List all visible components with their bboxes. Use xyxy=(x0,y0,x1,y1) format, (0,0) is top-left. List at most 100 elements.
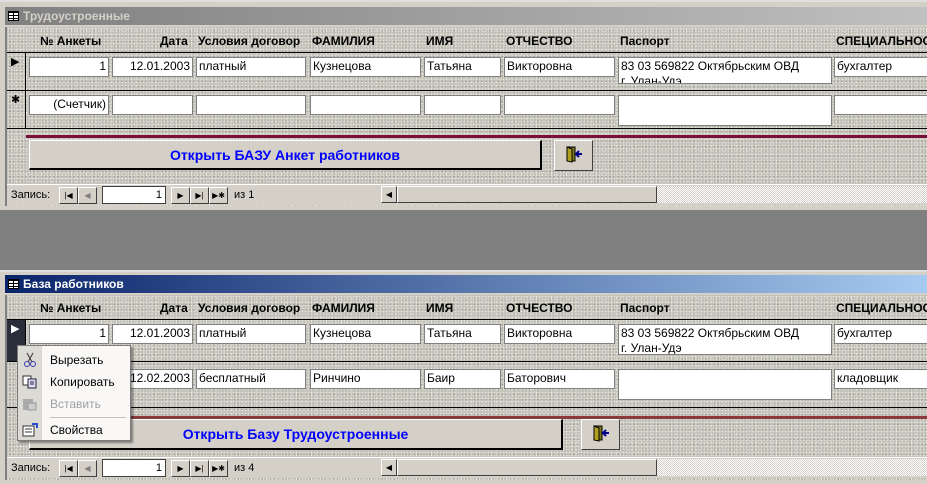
column-header: ОТЧЕСТВО xyxy=(506,301,573,315)
previous-record-button[interactable]: ◀ xyxy=(78,186,97,204)
form-icon xyxy=(8,279,19,289)
horizontal-scrollbar[interactable]: ◀ xyxy=(381,459,927,476)
field-фамилия[interactable] xyxy=(310,95,421,115)
scissors-icon xyxy=(18,352,42,368)
field-условиядоговор[interactable]: бесплатный xyxy=(196,369,306,389)
field-условиядоговор[interactable]: платный xyxy=(196,324,306,344)
record-selector[interactable]: ✱ xyxy=(7,91,26,128)
window-trudoustroennye: Трудоустроенные № Анкеты Дата Условия дого… xyxy=(0,0,927,210)
previous-record-button[interactable]: ◀ xyxy=(78,459,97,477)
field-специальнос[interactable]: бухгалтер xyxy=(834,324,927,344)
column-header: Дата xyxy=(160,301,188,315)
menu-item-paste[interactable]: Вставить xyxy=(18,393,130,415)
field-анкеты[interactable]: 1 xyxy=(29,57,109,77)
window-title: База работников xyxy=(23,277,124,291)
field-имя[interactable]: Татьяна xyxy=(424,57,501,77)
exit-button[interactable] xyxy=(581,419,620,450)
next-record-button[interactable]: ▶ xyxy=(171,186,190,204)
field-условиядоговор[interactable] xyxy=(196,95,306,115)
window-title: Трудоустроенные xyxy=(23,9,130,23)
field-паспорт[interactable] xyxy=(618,369,832,400)
menu-item-copy[interactable]: Копировать xyxy=(18,371,130,393)
field-анкеты[interactable]: (Счетчик) xyxy=(29,95,109,115)
field-фамилия[interactable]: Кузнецова xyxy=(310,324,421,344)
column-header: Условия договор xyxy=(198,301,301,315)
field-специальнос[interactable]: бухгалтер xyxy=(834,57,927,77)
first-record-button[interactable]: |◀ xyxy=(59,186,78,204)
last-record-button[interactable]: ▶| xyxy=(190,459,209,477)
menu-item-cut[interactable]: Вырезать xyxy=(18,349,130,371)
field-паспорт[interactable] xyxy=(618,95,832,126)
column-header: ИМЯ xyxy=(426,301,454,315)
record-label: Запись: xyxy=(11,462,51,474)
menu-separator xyxy=(50,417,126,418)
field-фамилия[interactable]: Ринчино xyxy=(310,369,421,389)
column-header: Условия договор xyxy=(198,34,301,48)
column-header: ФАМИЛИЯ xyxy=(312,301,375,315)
field-условиядоговор[interactable]: платный xyxy=(196,57,306,77)
exit-door-icon xyxy=(564,145,584,166)
next-record-button[interactable]: ▶ xyxy=(171,459,190,477)
record-number-input[interactable]: 1 xyxy=(102,186,166,204)
context-menu: Вырезать Копировать Вставить Свойства xyxy=(17,345,131,441)
new-record-button[interactable]: ▶✱ xyxy=(209,186,228,204)
title-bar[interactable]: База работников xyxy=(5,275,927,293)
total-records: 1 xyxy=(248,189,255,201)
record-label: Запись: xyxy=(11,189,51,201)
first-record-button[interactable]: |◀ xyxy=(59,459,78,477)
field-отчество[interactable] xyxy=(504,95,615,115)
separator-line xyxy=(26,135,927,138)
title-bar[interactable]: Трудоустроенные xyxy=(5,7,927,25)
of-label: из xyxy=(234,462,246,474)
column-header: Паспорт xyxy=(620,301,670,315)
record-count: из 1 xyxy=(234,189,254,201)
row-divider xyxy=(7,361,927,362)
scrollbar-thumb[interactable] xyxy=(397,186,657,203)
open-form-button[interactable]: Открыть БАЗУ Анкет работников xyxy=(29,140,542,170)
field-специальнос[interactable]: кладовщик xyxy=(834,369,927,389)
field-дата[interactable] xyxy=(112,95,193,115)
record-selector[interactable]: ▶ xyxy=(7,53,26,90)
column-header: СПЕЦИАЛЬНОС xyxy=(836,301,927,315)
field-дата[interactable]: 12.01.2003 xyxy=(112,57,193,77)
column-header: Паспорт xyxy=(620,34,670,48)
row-divider xyxy=(7,407,927,408)
field-дата[interactable]: 12.01.2003 xyxy=(112,324,193,344)
copy-icon xyxy=(18,375,42,389)
field-отчество[interactable]: Баторович xyxy=(504,369,615,389)
record-navigation-bar: Запись: |◀ ◀ 1 ▶ ▶| ▶✱ из 1 ◀ xyxy=(7,184,927,205)
total-records: 4 xyxy=(248,462,255,474)
column-header: № Анкеты xyxy=(40,34,102,48)
field-специальнос[interactable] xyxy=(834,95,927,115)
scroll-left-arrow-icon[interactable]: ◀ xyxy=(381,459,397,476)
last-record-button[interactable]: ▶| xyxy=(190,186,209,204)
current-record-icon: ▶ xyxy=(11,323,20,335)
record-count: из 4 xyxy=(234,462,254,474)
field-паспорт[interactable]: 83 03 569822 Октябрьским ОВД г. Улан-Удэ xyxy=(618,324,832,355)
record-number-input[interactable]: 1 xyxy=(102,459,166,477)
row-divider xyxy=(7,319,927,320)
field-имя[interactable]: Татьяна xyxy=(424,324,501,344)
row-divider xyxy=(7,90,927,91)
new-record-button[interactable]: ▶✱ xyxy=(209,459,228,477)
form-body: № Анкеты Дата Условия договор ФАМИЛИЯ ИМЯ ОТЧ… xyxy=(5,295,927,480)
menu-item-properties[interactable]: Свойства xyxy=(18,419,130,441)
column-header: ФАМИЛИЯ xyxy=(312,34,375,48)
column-header: № Анкеты xyxy=(40,301,102,315)
scroll-left-arrow-icon[interactable]: ◀ xyxy=(381,186,397,203)
paste-icon xyxy=(18,397,42,411)
horizontal-scrollbar[interactable]: ◀ xyxy=(381,186,927,203)
scrollbar-thumb[interactable] xyxy=(397,459,657,476)
column-header: ИМЯ xyxy=(426,34,454,48)
form-icon xyxy=(8,11,19,21)
field-паспорт[interactable]: 83 03 569822 Октябрьским ОВД г. Улан-Удэ xyxy=(618,57,832,84)
field-анкеты[interactable]: 1 xyxy=(29,324,109,344)
field-отчество[interactable]: Викторовна xyxy=(504,57,615,77)
field-имя[interactable]: Баир xyxy=(424,369,501,389)
form-body: № Анкеты Дата Условия договор ФАМИЛИЯ ИМЯ ОТЧ… xyxy=(5,27,927,206)
record-navigation-bar: Запись: |◀ ◀ 1 ▶ ▶| ▶✱ из 4 ◀ xyxy=(7,457,927,478)
field-отчество[interactable]: Викторовна xyxy=(504,324,615,344)
field-фамилия[interactable]: Кузнецова xyxy=(310,57,421,77)
field-имя[interactable] xyxy=(424,95,501,115)
exit-button[interactable] xyxy=(554,140,593,171)
